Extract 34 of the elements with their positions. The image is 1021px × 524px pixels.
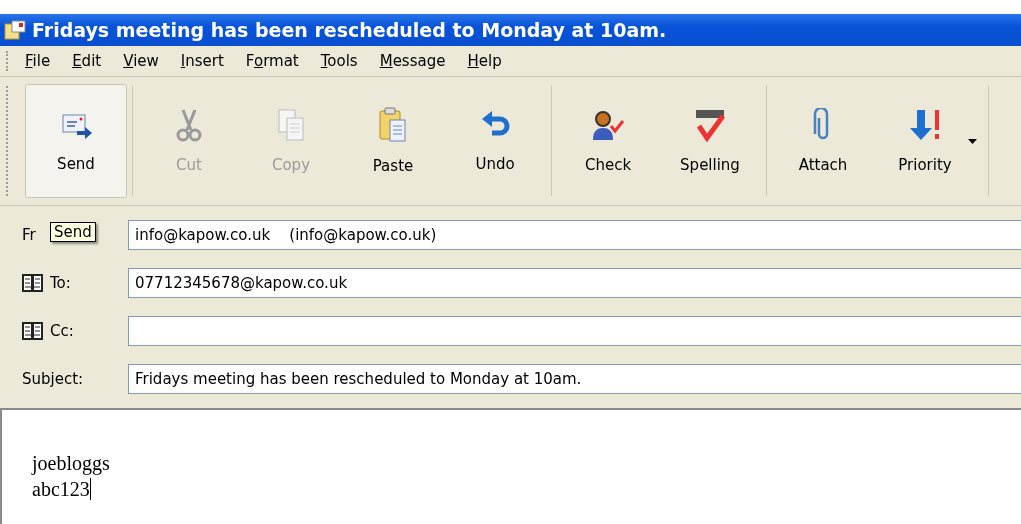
menu-item[interactable]: Edit xyxy=(72,52,102,70)
menu-item[interactable]: File xyxy=(25,52,51,70)
toolbar-button[interactable]: Check xyxy=(557,84,659,198)
menu-item[interactable]: Insert xyxy=(180,52,224,70)
clipboard-icon xyxy=(378,107,408,143)
field-label: Cc: xyxy=(50,322,74,340)
person-check-icon xyxy=(591,108,625,142)
input-field[interactable] xyxy=(128,316,1021,346)
menu-item[interactable]: Message xyxy=(379,52,446,70)
toolbar-button[interactable]: Send xyxy=(25,84,127,198)
tooltip: Send xyxy=(50,222,96,242)
menu-item[interactable]: Help xyxy=(467,52,502,70)
menu-item[interactable]: View xyxy=(123,52,159,70)
input-field[interactable]: 07712345678@kapow.co.uk xyxy=(128,268,1021,298)
field-label: Subject: xyxy=(22,370,84,388)
toolbar-button[interactable]: Attach xyxy=(772,84,874,198)
caret-icon[interactable] xyxy=(968,138,977,144)
window-title: Fridays meeting has been rescheduled to Monday at 10am. xyxy=(32,19,667,41)
message-body[interactable]: joebloggs abc123 xyxy=(0,408,1021,524)
field-label: Fr xyxy=(22,226,36,244)
toolbar-button[interactable]: Undo xyxy=(444,84,546,198)
copy-icon xyxy=(276,108,306,142)
envelope-icon xyxy=(4,19,26,41)
toolbar-button[interactable]: Priority xyxy=(874,84,976,198)
address-book-icon[interactable] xyxy=(22,321,44,341)
toolbar-button[interactable]: Spelling xyxy=(659,84,761,198)
scissors-icon xyxy=(174,108,204,142)
toolbar-button[interactable]: Paste xyxy=(342,84,444,198)
menu-item[interactable]: Tools xyxy=(320,52,358,70)
input-field[interactable]: info@kapow.co.uk (info@kapow.co.uk) xyxy=(128,220,1021,250)
menu-item[interactable]: Format xyxy=(245,52,299,70)
input-field[interactable]: Fridays meeting has been rescheduled to Monday at 10am. xyxy=(128,364,1021,394)
address-book-icon[interactable] xyxy=(22,273,44,293)
field-label: To: xyxy=(50,274,71,292)
